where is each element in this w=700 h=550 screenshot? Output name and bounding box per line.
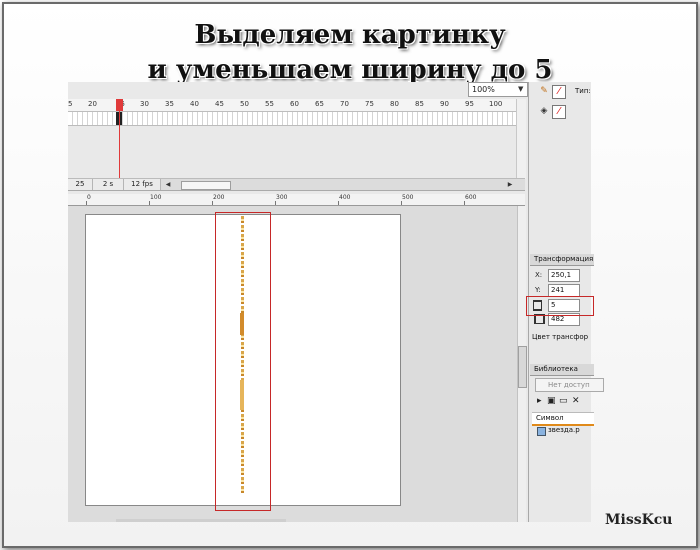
scroll-right-icon[interactable]: ▶ xyxy=(506,179,514,190)
ruler-number: 400 xyxy=(339,194,351,201)
ruler-number: 500 xyxy=(402,194,414,201)
frame-number: 80 xyxy=(390,100,399,108)
ruler-number: 100 xyxy=(150,194,162,201)
stage-ruler: 0 100 200 300 400 500 600 xyxy=(68,194,525,206)
frame-number: 85 xyxy=(415,100,424,108)
flash-window: 100% ▼ 5 20 25 30 35 40 45 50 55 60 65 7… xyxy=(68,82,590,522)
ruler-number: 600 xyxy=(465,194,477,201)
frame-number: 55 xyxy=(265,100,274,108)
library-panel-header[interactable]: Библиотека xyxy=(530,364,594,376)
timeline-status-bar: 25 2 s 12 fps ◀ ▶ xyxy=(68,178,525,191)
timeline-scroll-thumb[interactable] xyxy=(181,181,231,190)
color-transform-label: Цвет трансфор xyxy=(532,333,589,341)
library-column-symbol[interactable]: Символ xyxy=(532,412,594,426)
frame-number: 45 xyxy=(215,100,224,108)
library-item[interactable]: звезда.р xyxy=(548,426,580,434)
ruler-number: 0 xyxy=(87,194,91,201)
new-symbol-icon[interactable]: ▣ xyxy=(547,396,556,406)
x-label: X: xyxy=(535,271,543,279)
paint-bucket-icon[interactable]: ◈ xyxy=(538,105,550,117)
frame-number: 20 xyxy=(88,100,97,108)
play-icon[interactable]: ▸ xyxy=(537,396,542,406)
type-label: Тип: xyxy=(575,87,591,95)
title-line-1: Выделяем картинку xyxy=(194,20,506,50)
y-label: Y: xyxy=(535,286,541,294)
frame-number: 100 xyxy=(489,100,503,108)
width-field-highlight xyxy=(526,296,594,316)
stage-scroll-thumb[interactable] xyxy=(518,346,527,388)
timeline-frame-ruler[interactable]: 5 20 25 30 35 40 45 50 55 60 65 70 75 80… xyxy=(68,99,516,112)
scroll-left-icon[interactable]: ◀ xyxy=(164,179,172,190)
frame-number: 90 xyxy=(440,100,449,108)
stage-workspace[interactable] xyxy=(68,206,517,522)
stage-horizontal-scrollbar[interactable] xyxy=(116,519,286,522)
ruler-number: 300 xyxy=(276,194,288,201)
fill-no-color-icon[interactable]: ⁄ xyxy=(552,105,566,119)
frame-number: 50 xyxy=(240,100,249,108)
bitmap-icon xyxy=(537,427,546,436)
chevron-down-icon[interactable]: ▼ xyxy=(518,82,526,96)
frame-rate[interactable]: 12 fps xyxy=(124,179,161,190)
folder-icon[interactable]: ▭ xyxy=(559,396,568,406)
playhead-line xyxy=(119,111,120,179)
timeline-layer-frames[interactable] xyxy=(68,112,516,126)
frame-number: 30 xyxy=(140,100,149,108)
frame-number: 65 xyxy=(315,100,324,108)
transform-panel-header[interactable]: Трансформация xyxy=(530,254,594,266)
frame-number: 95 xyxy=(465,100,474,108)
pencil-icon[interactable]: ✎ xyxy=(538,85,550,97)
timeline-vertical-scrollbar[interactable] xyxy=(516,99,526,179)
frame-number: 5 xyxy=(68,100,73,108)
title-line-2: и уменьшаем ширину до 5 xyxy=(147,55,553,85)
frame-number: 75 xyxy=(365,100,374,108)
delete-icon[interactable]: ✕ xyxy=(572,396,580,406)
x-field[interactable]: 250,1 xyxy=(548,269,580,282)
frame-number: 40 xyxy=(190,100,199,108)
frame-number: 70 xyxy=(340,100,349,108)
selection-highlight xyxy=(215,212,271,511)
ruler-number: 200 xyxy=(213,194,225,201)
library-select[interactable]: Нет доступ xyxy=(535,378,604,392)
stroke-no-color-icon[interactable]: ⁄ xyxy=(552,85,566,99)
watermark: MissKcu xyxy=(605,512,673,528)
playhead[interactable] xyxy=(116,99,123,111)
elapsed-time: 2 s xyxy=(93,179,124,190)
frame-number: 60 xyxy=(290,100,299,108)
stage-vertical-scrollbar[interactable] xyxy=(517,206,527,522)
current-frame: 25 xyxy=(68,179,93,190)
frame-number: 35 xyxy=(165,100,174,108)
